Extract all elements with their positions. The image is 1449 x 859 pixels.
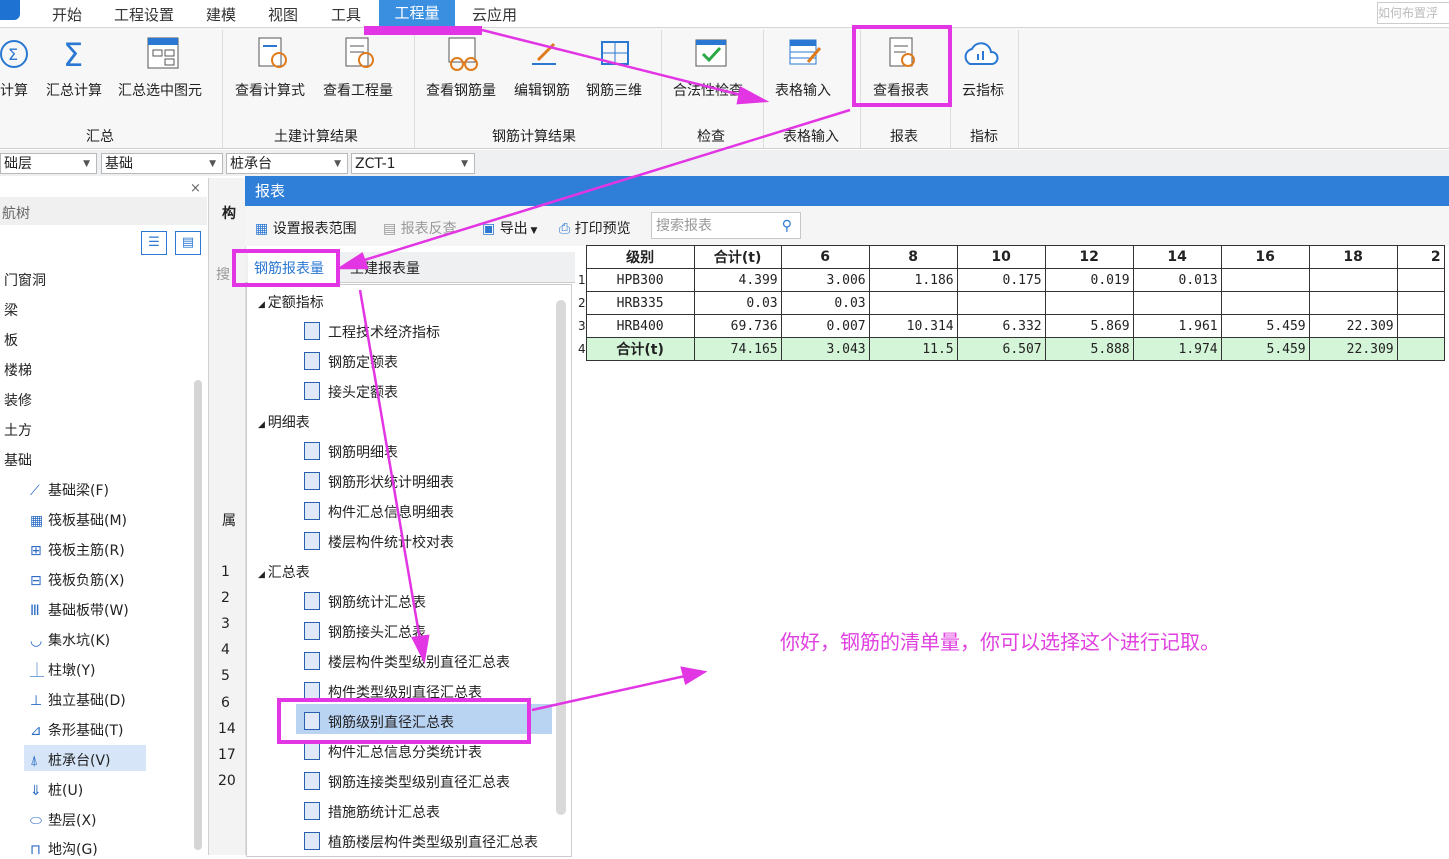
annotation-comment: 你好，钢筋的清单量，你可以选择这个进行记取。 bbox=[780, 630, 1220, 654]
annotation-arrows bbox=[335, 28, 851, 712]
